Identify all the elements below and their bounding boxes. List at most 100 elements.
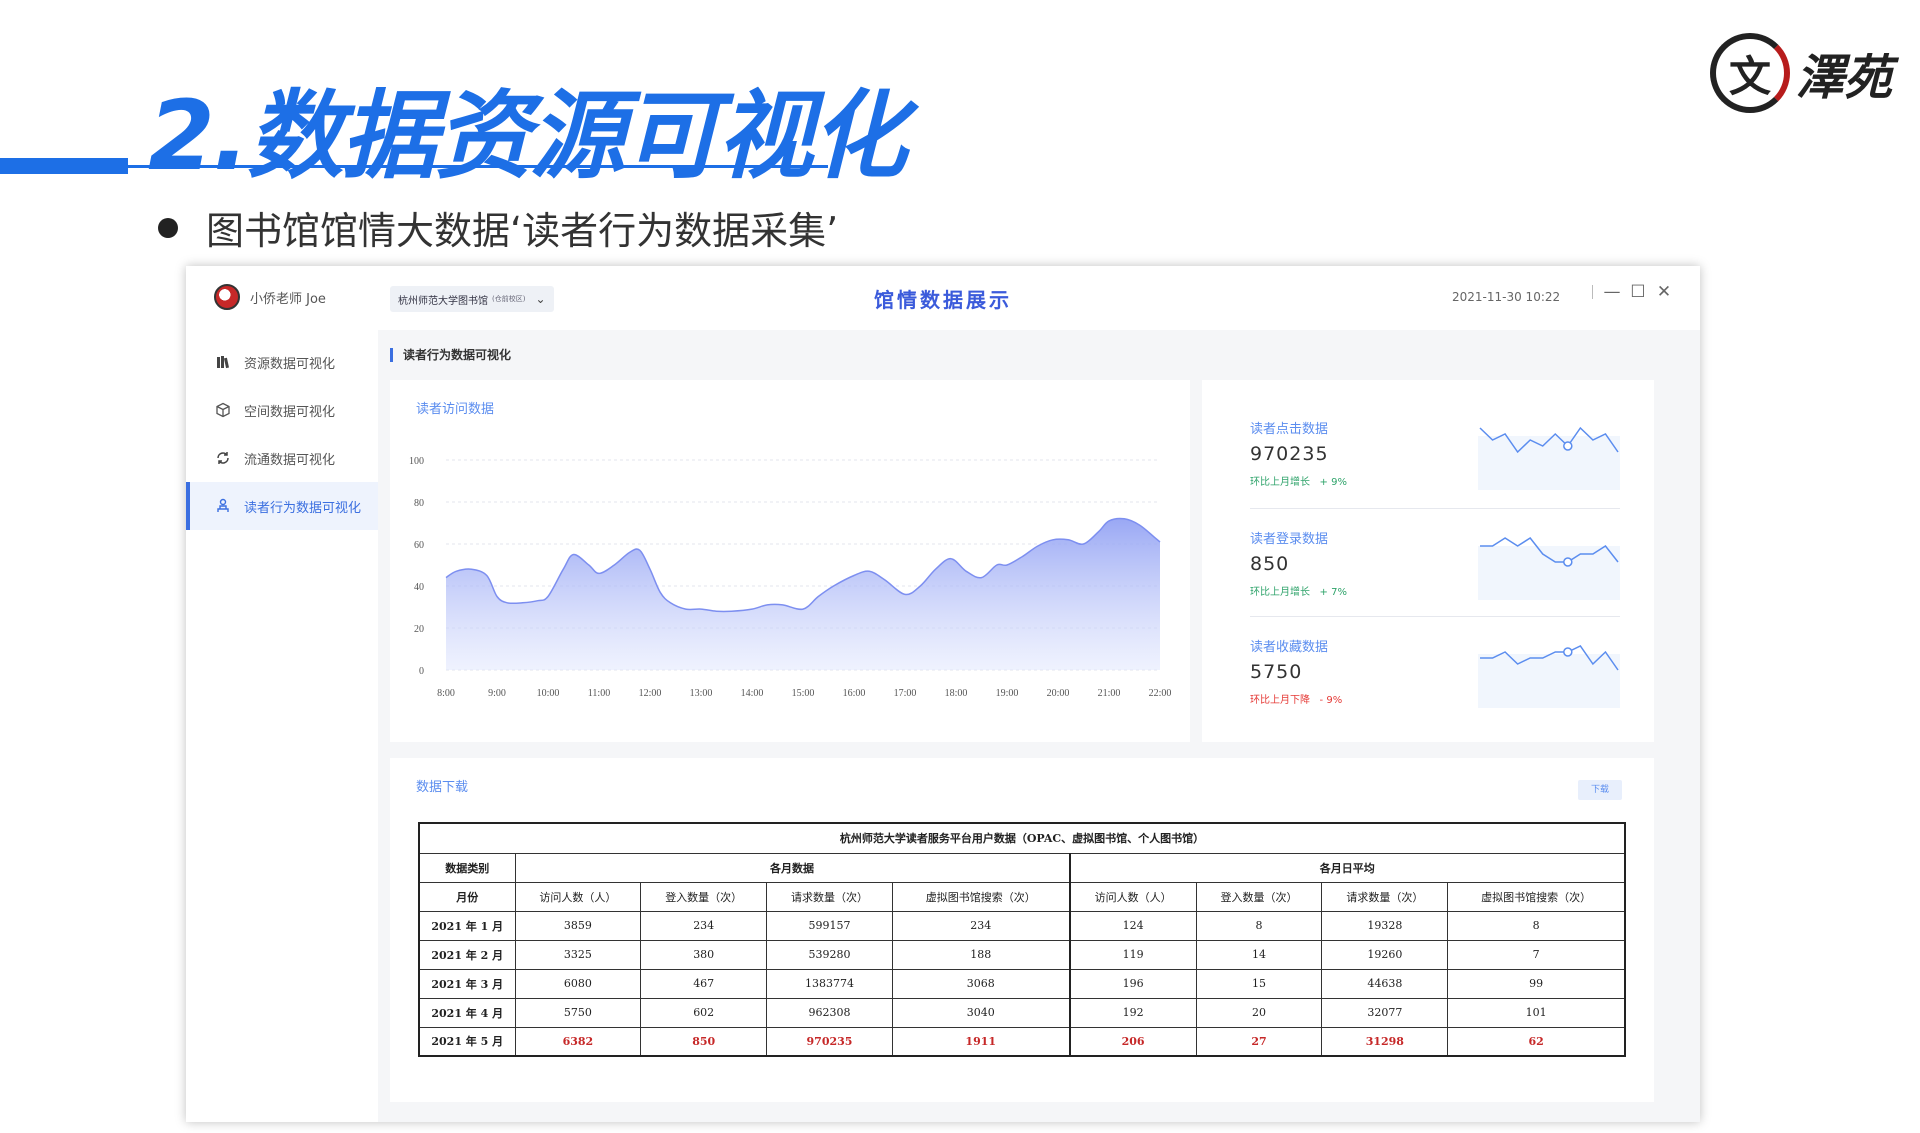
table-cell: 15 <box>1195 968 1323 999</box>
table-cell: 3325 <box>514 939 642 970</box>
table-subheader: 请求数量（次） <box>766 881 893 912</box>
table-subheader: 虚拟图书馆搜索（次） <box>1447 881 1626 912</box>
table-cell: 850 <box>640 1026 768 1057</box>
table-cell: 8 <box>1195 910 1323 941</box>
sidebar-item-resource[interactable]: 资源数据可视化 <box>186 338 378 386</box>
sidebar-item-circulation[interactable]: 流通数据可视化 <box>186 434 378 482</box>
sidebar-item-label: 空间数据可视化 <box>244 404 336 420</box>
table-cell: 6080 <box>514 968 642 999</box>
brand-logo: 文 澤苑 <box>1710 28 1910 118</box>
table-cell: 962308 <box>766 997 893 1028</box>
table-cell: 234 <box>640 910 768 941</box>
stat-change-label: 环比上月增长 <box>1250 477 1310 488</box>
title-underline <box>128 165 828 168</box>
table-cell: 206 <box>1068 1026 1197 1057</box>
divider <box>1592 285 1593 299</box>
x-tick-label: 12:00 <box>639 688 662 699</box>
table-row: 2021 年 1 月 3859 234 599157 234 124 8 193… <box>418 910 1626 941</box>
cube-icon <box>214 401 232 419</box>
table-cell: 196 <box>1068 968 1197 999</box>
table-subheader: 登入数量（次） <box>1195 881 1323 912</box>
table-cell: 599157 <box>766 910 893 941</box>
x-tick-label: 14:00 <box>741 688 764 699</box>
app-window: 小侨老师 Joe 杭州师范大学图书馆 (仓前校区) ⌄ 馆情数据展示 2021-… <box>186 266 1700 1122</box>
table-cell: 14 <box>1195 939 1323 970</box>
area-fill <box>446 518 1160 670</box>
sparkline-marker <box>1563 441 1573 451</box>
sidebar-item-label: 读者行为数据可视化 <box>244 500 362 516</box>
y-tick-label: 0 <box>419 666 424 677</box>
table-subheader: 访问人数（人） <box>514 881 642 912</box>
divider <box>1250 616 1620 617</box>
window-header: 小侨老师 Joe 杭州师范大学图书馆 (仓前校区) ⌄ 馆情数据展示 2021-… <box>186 266 1700 330</box>
table-cell: 3040 <box>891 997 1071 1028</box>
table-header: 数据类别 <box>418 852 516 883</box>
table-cell: 124 <box>1068 910 1197 941</box>
data-table: 杭州师范大学读者服务平台用户数据（OPAC、虚拟图书馆、个人图书馆） 数据类别 … <box>418 822 1626 1057</box>
table-cell: 20 <box>1195 997 1323 1028</box>
sparkline <box>1478 645 1620 708</box>
y-tick-label: 60 <box>414 540 424 551</box>
bullet-text: 图书馆馆情大数据‘读者行为数据采集’ <box>206 209 839 253</box>
sparkline <box>1478 426 1620 490</box>
sparkline-marker <box>1563 557 1573 567</box>
table-header: 月份 <box>418 881 516 912</box>
table-subheader: 请求数量（次） <box>1321 881 1449 912</box>
maximize-icon[interactable]: ☐ <box>1625 282 1651 302</box>
table-cell-month: 2021 年 3 月 <box>418 968 516 999</box>
table-cell: 539280 <box>766 939 893 970</box>
x-tick-label: 11:00 <box>588 688 610 699</box>
table-cell: 602 <box>640 997 768 1028</box>
bullet-dot <box>158 217 178 238</box>
sparkline-bg <box>1478 546 1620 600</box>
table-cell: 234 <box>891 910 1071 941</box>
table-cell: 8 <box>1447 910 1626 941</box>
x-tick-label: 21:00 <box>1098 688 1121 699</box>
x-tick-label: 22:00 <box>1149 688 1172 699</box>
x-tick-label: 20:00 <box>1047 688 1070 699</box>
sparkline-bg <box>1478 654 1620 708</box>
sparkline-bg <box>1478 436 1620 490</box>
table-cell: 188 <box>891 939 1071 970</box>
minimize-icon[interactable]: — <box>1599 282 1625 302</box>
table-cell: 3068 <box>891 968 1071 999</box>
table-cell: 19328 <box>1321 910 1449 941</box>
sidebar-item-reader-behavior[interactable]: 读者行为数据可视化 <box>186 482 378 530</box>
table-cell-month: 2021 年 2 月 <box>418 939 516 970</box>
table-cell: 19260 <box>1321 939 1449 970</box>
x-tick-label: 10:00 <box>537 688 560 699</box>
y-tick-label: 40 <box>414 582 424 593</box>
table-header: 各月日平均 <box>1068 852 1626 883</box>
table-header: 各月数据 <box>514 852 1071 883</box>
table-row: 2021 年 4 月 5750 602 962308 3040 192 20 3… <box>418 997 1626 1028</box>
table-cell: 27 <box>1195 1026 1323 1057</box>
y-tick-label: 100 <box>409 456 424 467</box>
x-tick-label: 9:00 <box>488 688 506 699</box>
title-accent-bar <box>0 158 128 174</box>
sparkline <box>1478 537 1620 600</box>
x-tick-label: 17:00 <box>894 688 917 699</box>
reader-icon <box>214 497 232 515</box>
x-tick-label: 18:00 <box>945 688 968 699</box>
bullet-row: 图书馆馆情大数据‘读者行为数据采集’ <box>158 200 838 255</box>
table-cell: 6382 <box>514 1026 642 1057</box>
table-cell: 192 <box>1068 997 1197 1028</box>
download-panel: 数据下载 下载 杭州师范大学读者服务平台用户数据（OPAC、虚拟图书馆、个人图书… <box>390 758 1654 1102</box>
stat-change-value: + 7% <box>1319 587 1347 598</box>
download-button[interactable]: 下载 <box>1578 780 1622 800</box>
sidebar-item-label: 资源数据可视化 <box>244 356 336 372</box>
cycle-icon <box>214 449 232 467</box>
window-controls: — ☐ ✕ <box>1592 282 1677 302</box>
table-cell: 101 <box>1447 997 1626 1028</box>
table-cell-month: 2021 年 4 月 <box>418 997 516 1028</box>
table-cell: 44638 <box>1321 968 1449 999</box>
visits-panel: 读者访问数据 0 20 40 60 80 100 8:00 9:00 10:00 11:00 12:… <box>390 380 1190 742</box>
table-cell: 3859 <box>514 910 642 941</box>
close-icon[interactable]: ✕ <box>1651 282 1677 302</box>
visits-area-chart: 0 20 40 60 80 100 8:00 9:00 10:00 11:00 12:00 13:00… <box>409 456 1172 699</box>
table-cell-month: 2021 年 5 月 <box>418 1026 516 1057</box>
table-subheader: 登入数量（次） <box>640 881 768 912</box>
table-subheader: 虚拟图书馆搜索（次） <box>891 881 1071 912</box>
sidebar-item-space[interactable]: 空间数据可视化 <box>186 386 378 434</box>
